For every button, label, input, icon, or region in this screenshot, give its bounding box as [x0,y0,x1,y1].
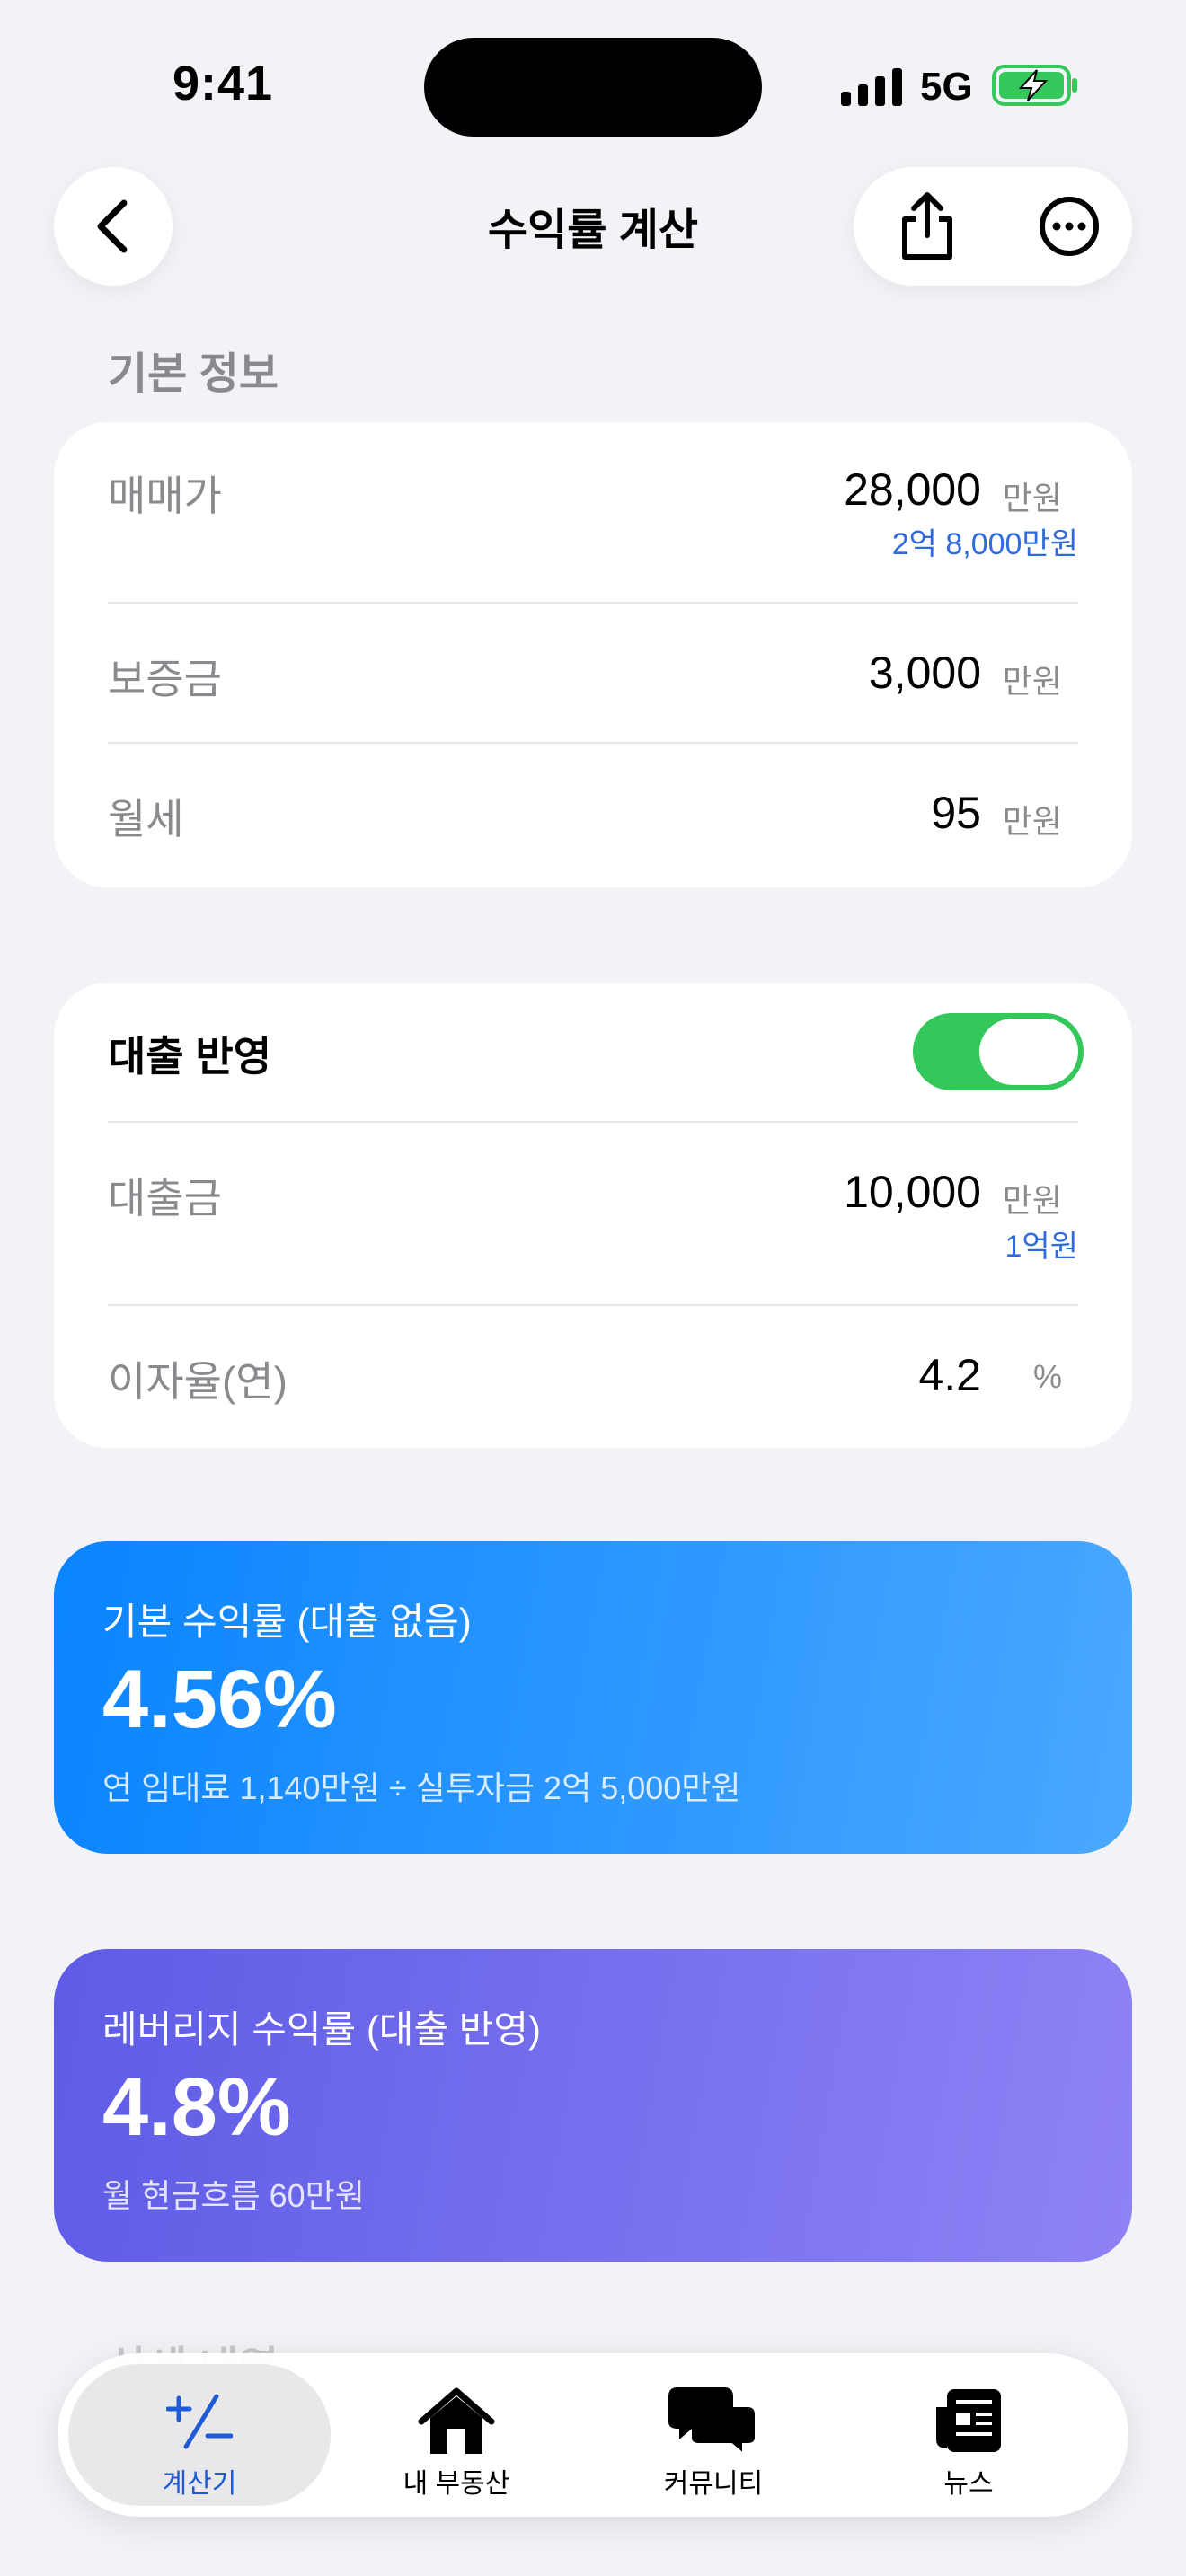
tab-community-label: 커뮤니티 [663,2469,764,2499]
loan-amount-value[interactable]: 10,000 [844,1166,981,1218]
tab-news[interactable]: 뉴스 [837,2364,1100,2506]
price-unit: 만원 [1002,480,1062,516]
tab-my-property[interactable]: 내 부동산 [325,2364,588,2506]
tab-bar: 계산기 내 부동산 커뮤니티 뉴스 [58,2353,1128,2517]
monthly-rent-unit: 만원 [1002,803,1062,840]
interest-rate-label: 이자율(연) [108,1358,288,1405]
price-row[interactable]: 매매가 28,000 만원 2억 8,000만원 [108,463,1078,562]
divider [108,1304,1078,1306]
share-icon [902,192,952,260]
tab-news-label: 뉴스 [943,2469,994,2499]
price-value[interactable]: 28,000 [844,463,981,516]
loan-toggle-label: 대출 반영 [108,1033,272,1080]
monthly-rent-label: 월세 [108,796,184,842]
monthly-rent-value[interactable]: 95 [931,787,981,839]
price-korean-amount: 2억 8,000만원 [891,527,1078,561]
loan-amount-label: 대출금 [108,1175,222,1222]
basic-yield-note: 연 임대료 1,140만원 ÷ 실투자금 2억 5,000만원 [102,1769,741,1806]
interest-rate-row[interactable]: 이자율(연) 4.2 % [108,1349,1078,1405]
network-type: 5G [920,65,973,109]
more-button[interactable] [1037,194,1102,259]
deposit-unit: 만원 [1002,663,1062,700]
deposit-label: 보증금 [108,656,222,702]
status-bar: 9:41 5G [0,0,1186,171]
tab-calculator[interactable]: 계산기 [68,2364,331,2506]
battery-charging-icon [992,65,1077,106]
tab-calculator-label: 계산기 [162,2469,237,2499]
share-button[interactable] [895,192,960,260]
leverage-yield-note: 월 현금흐름 60만원 [102,2177,365,2214]
toggle-knob [979,1019,1078,1085]
loan-toggle[interactable] [913,1013,1084,1090]
interest-rate-unit: % [1032,1358,1062,1395]
basic-yield-title: 기본 수익률 (대출 없음) [102,1601,472,1643]
divider [108,1121,1078,1123]
dynamic-island [424,38,762,137]
tab-community[interactable]: 커뮤니티 [582,2364,845,2506]
status-time: 9:41 [173,57,274,110]
deposit-row[interactable]: 보증금 3,000 만원 [108,647,1078,702]
leverage-yield-value: 4.8% [102,2061,291,2153]
monthly-rent-row[interactable]: 월세 95 만원 [108,787,1078,842]
leverage-yield-title: 레버리지 수익률 (대출 반영) [102,2008,542,2051]
house-icon [418,2387,495,2454]
divider [108,742,1078,744]
cellular-signal-icon [841,68,902,106]
interest-rate-value[interactable]: 4.2 [918,1349,981,1401]
deposit-value[interactable]: 3,000 [869,647,981,699]
tab-my-property-label: 내 부동산 [403,2469,510,2499]
basic-yield-card: 기본 수익률 (대출 없음) 4.56% 연 임대료 1,140만원 ÷ 실투자… [54,1541,1132,1854]
calculator-icon [166,2394,233,2449]
chat-bubbles-icon [668,2387,758,2457]
divider [108,602,1078,604]
nav-actions [854,167,1132,286]
newspaper-icon [936,2389,1001,2452]
loan-amount-unit: 만원 [1002,1182,1062,1219]
loan-amount-row[interactable]: 대출금 10,000 만원 1억원 [108,1166,1078,1265]
leverage-yield-card: 레버리지 수익률 (대출 반영) 4.8% 월 현금흐름 60만원 [54,1949,1132,2262]
loan-amount-korean: 1억원 [1005,1230,1078,1264]
basic-yield-value: 4.56% [102,1654,337,1745]
ellipsis-icon [1040,197,1099,256]
section-basic-info-label: 기본 정보 [108,350,279,398]
basic-info-card: 매매가 28,000 만원 2억 8,000만원 보증금 3,000 만원 월세… [54,422,1132,887]
price-label: 매매가 [108,472,222,519]
